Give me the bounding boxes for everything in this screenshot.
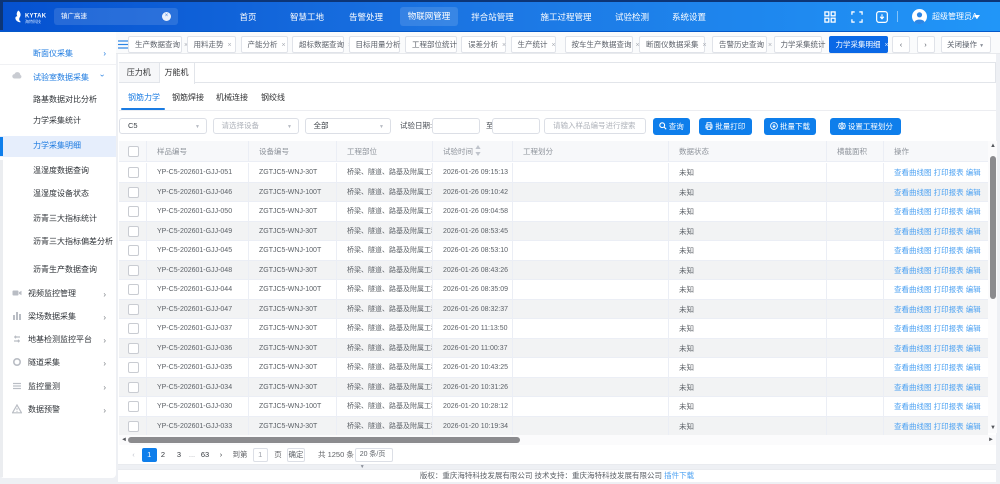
- svg-text:海特科技: 海特科技: [25, 18, 41, 24]
